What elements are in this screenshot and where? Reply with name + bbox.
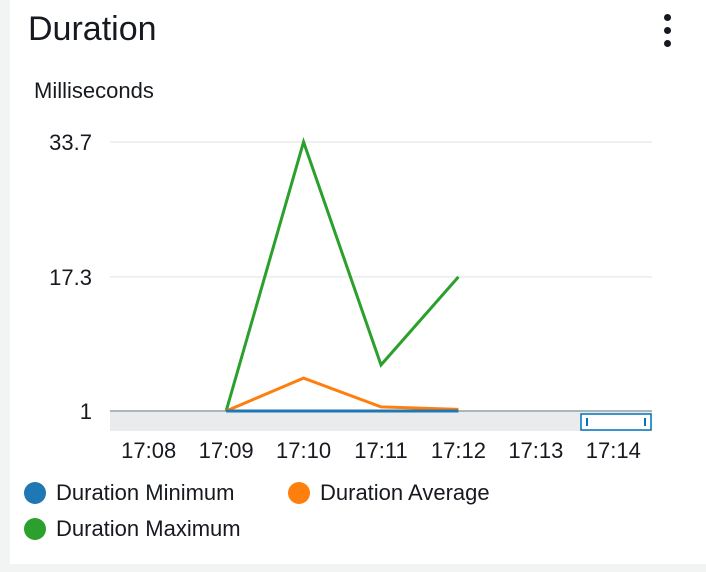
y-tick-label: 17.3 xyxy=(49,265,92,290)
x-tick-label: 17:14 xyxy=(586,438,641,463)
legend-swatch xyxy=(288,482,310,504)
legend-item-duration-maximum[interactable]: Duration Maximum xyxy=(24,516,241,542)
legend-swatch xyxy=(24,518,46,540)
y-tick-label: 1 xyxy=(80,399,92,424)
legend-item-duration-minimum[interactable]: Duration Minimum xyxy=(24,480,235,506)
legend-label: Duration Maximum xyxy=(56,516,241,541)
legend-label: Duration Average xyxy=(320,480,490,505)
x-tick-label: 17:11 xyxy=(354,438,407,463)
x-tick-label: 17:13 xyxy=(508,438,563,463)
legend-label: Duration Minimum xyxy=(56,480,235,505)
x-tick-label: 17:09 xyxy=(199,438,254,463)
legend-swatch xyxy=(24,482,46,504)
time-range-brush[interactable] xyxy=(580,413,652,431)
series-line-duration-average xyxy=(225,376,459,413)
time-range-track xyxy=(110,411,652,431)
y-tick-label: 33.7 xyxy=(49,130,92,155)
x-tick-label: 17:12 xyxy=(431,438,486,463)
legend-item-duration-average[interactable]: Duration Average xyxy=(288,480,490,506)
x-tick-label: 17:08 xyxy=(121,438,176,463)
x-tick-label: 17:10 xyxy=(276,438,331,463)
